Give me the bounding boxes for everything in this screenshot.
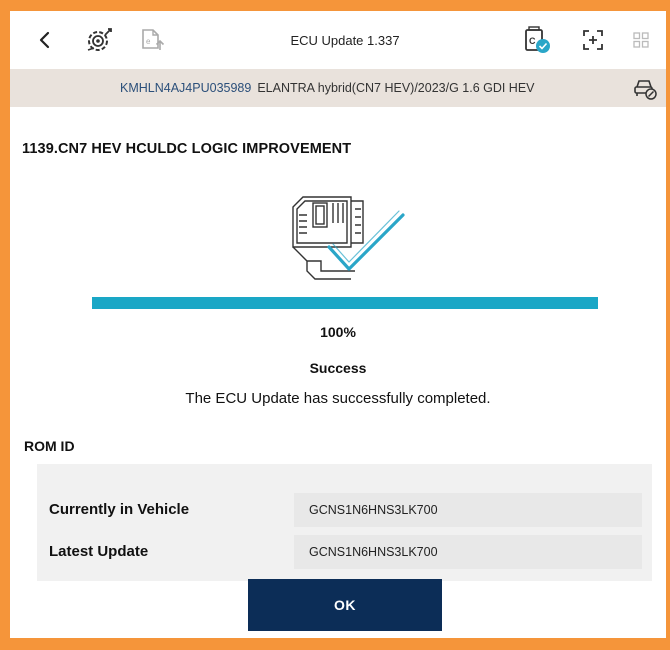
battery-button[interactable]: C [520,25,554,55]
back-button[interactable] [30,25,60,55]
ecu-upload-icon: e [142,29,165,50]
ecu-upload-button[interactable]: e [134,25,170,55]
update-progress-bar [92,297,598,309]
rom-key-current: Currently in Vehicle [49,500,190,518]
page-title: ECU Update 1.337 [290,32,400,48]
status-message: The ECU Update has successfully complete… [185,390,491,407]
update-job-title: 1139.CN7 HEV HCULDC LOGIC IMPROVEMENT [22,141,352,157]
grid-menu-button[interactable] [628,25,654,55]
rom-row-current: Currently in Vehicle GCNS1N6HNS3LK700 [37,488,652,530]
app-frame: e ECU Update 1.337 C KMHLN4AJ4PU035989 E… [10,11,666,638]
progress-fill [92,297,598,309]
rom-value-current: GCNS1N6HNS3LK700 [294,493,642,527]
diagnostic-button[interactable] [82,25,118,55]
rom-key-latest: Latest Update [49,542,149,560]
ecu-check-icon [292,196,405,280]
screen-capture-icon [583,30,603,50]
vehicle-status-button[interactable] [632,75,658,101]
vehicle-vin: KMHLN4AJ4PU035989 [120,81,252,95]
vehicle-description: ELANTRA hybrid(CN7 HEV)/2023/G 1.6 GDI H… [257,81,535,95]
back-chevron-icon [39,31,50,49]
rom-row-latest: Latest Update GCNS1N6HNS3LK700 [37,530,652,572]
rom-id-label: ROM ID [24,438,75,454]
vehicle-info: KMHLN4AJ4PU035989 ELANTRA hybrid(CN7 HEV… [120,69,535,107]
vehicle-check-icon [634,80,657,100]
svg-text:e: e [146,37,151,46]
rom-value-latest: GCNS1N6HNS3LK700 [294,535,642,569]
progress-percent: 100% [320,324,356,340]
vehicle-info-bar: KMHLN4AJ4PU035989 ELANTRA hybrid(CN7 HEV… [10,69,666,107]
toolbar: e ECU Update 1.337 C [10,11,666,69]
battery-status-icon: C [525,26,550,53]
grid-menu-icon [633,32,649,48]
diagnostic-gear-icon [87,28,112,51]
ecu-success-graphic [285,189,410,287]
status-title: Success [309,360,367,376]
screen-capture-button[interactable] [578,25,608,55]
rom-id-table: Currently in Vehicle GCNS1N6HNS3LK700 La… [37,464,652,581]
ok-button[interactable]: OK [248,579,442,631]
svg-text:C: C [529,36,536,46]
